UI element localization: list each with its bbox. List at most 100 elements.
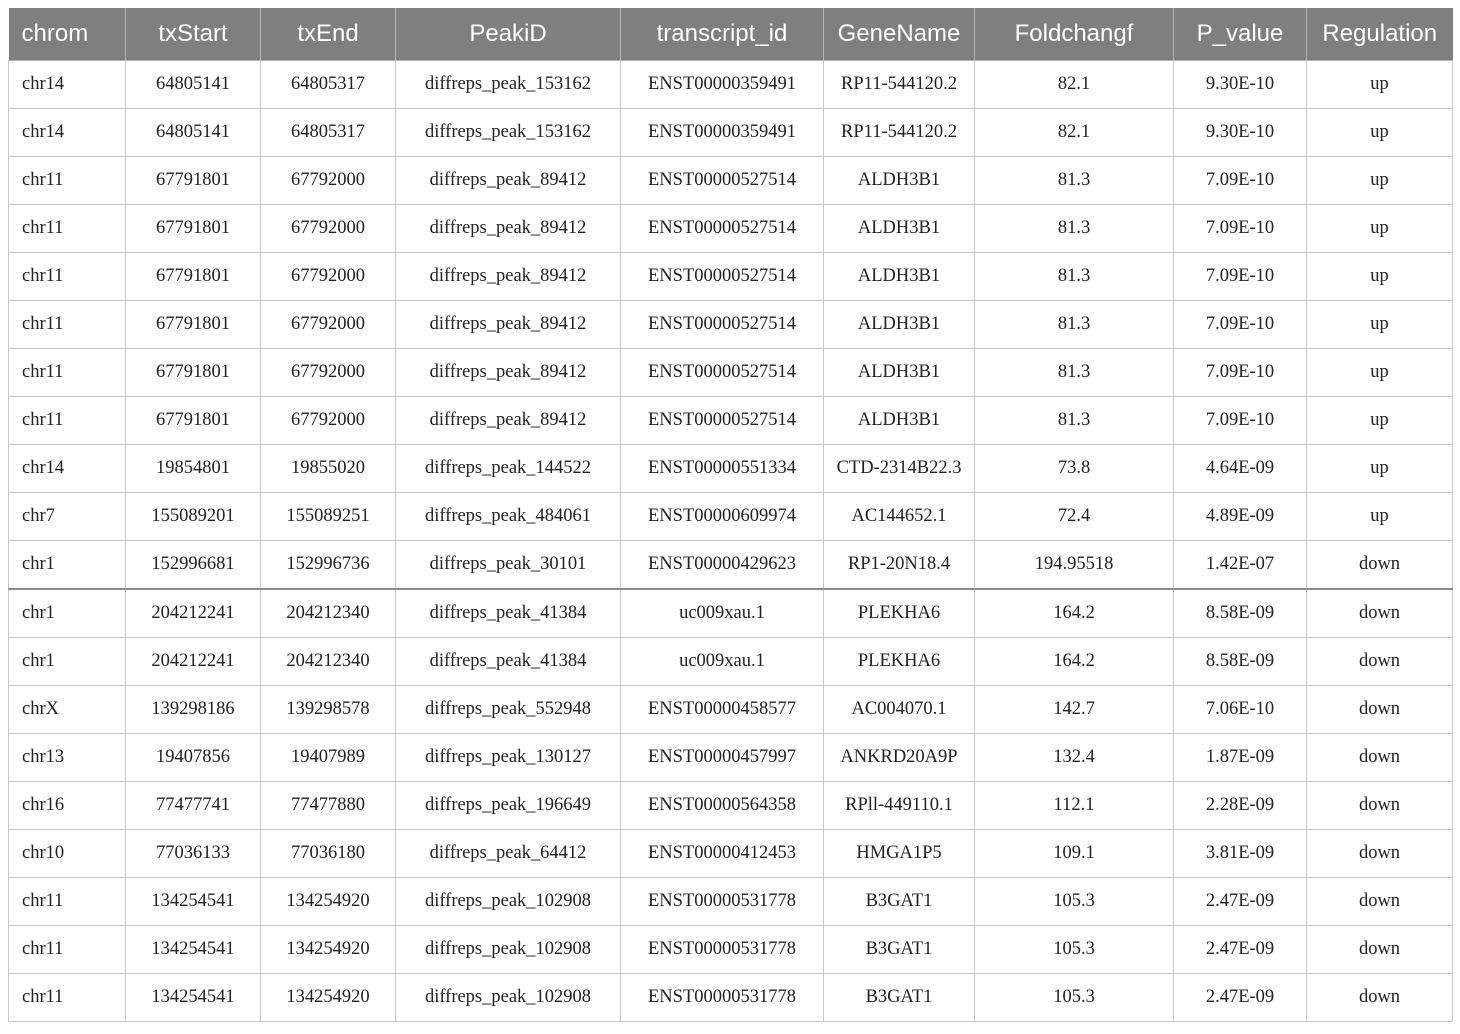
cell-tx-start: 67791801 bbox=[125, 348, 261, 397]
cell-chrom: chr11 bbox=[8, 300, 126, 349]
cell-tx-start: 204212241 bbox=[125, 589, 261, 638]
cell-gene-name: ALDH3B1 bbox=[823, 348, 975, 397]
cell-transcript-id: ENST00000457997 bbox=[620, 733, 824, 782]
cell-tx-start: 67791801 bbox=[125, 396, 261, 445]
cell-fold-change: 194.95518 bbox=[974, 540, 1174, 590]
cell-fold-change: 82.1 bbox=[974, 108, 1174, 157]
cell-tx-start: 134254541 bbox=[125, 925, 261, 974]
cell-tx-end: 77036180 bbox=[260, 829, 396, 878]
cell-tx-start: 67791801 bbox=[125, 204, 261, 253]
cell-gene-name: ALDH3B1 bbox=[823, 252, 975, 301]
cell-peak-id: diffreps_peak_89412 bbox=[395, 252, 621, 301]
cell-peak-id: diffreps_peak_64412 bbox=[395, 829, 621, 878]
cell-tx-start: 67791801 bbox=[125, 156, 261, 205]
column-header-peakid: PeakiD bbox=[395, 8, 621, 61]
cell-chrom: chr11 bbox=[8, 156, 126, 205]
cell-tx-start: 155089201 bbox=[125, 492, 261, 541]
cell-p-value: 8.58E-09 bbox=[1173, 589, 1307, 638]
cell-chrom: chr13 bbox=[8, 733, 126, 782]
cell-regulation: up bbox=[1306, 252, 1453, 301]
cell-tx-end: 64805317 bbox=[260, 108, 396, 157]
cell-p-value: 1.42E-07 bbox=[1173, 540, 1307, 590]
cell-regulation: up bbox=[1306, 204, 1453, 253]
cell-regulation: up bbox=[1306, 492, 1453, 541]
table-row: chrX 139298186 139298578 diffreps_peak_5529… bbox=[8, 685, 1453, 734]
cell-gene-name: CTD-2314B22.3 bbox=[823, 444, 975, 493]
cell-regulation: down bbox=[1306, 589, 1453, 638]
cell-gene-name: RP11-544120.2 bbox=[823, 108, 975, 157]
cell-peak-id: diffreps_peak_89412 bbox=[395, 156, 621, 205]
cell-gene-name: AC004070.1 bbox=[823, 685, 975, 734]
cell-peak-id: diffreps_peak_102908 bbox=[395, 877, 621, 926]
cell-chrom: chr11 bbox=[8, 348, 126, 397]
cell-tx-end: 19407989 bbox=[260, 733, 396, 782]
cell-chrom: chr7 bbox=[8, 492, 126, 541]
cell-regulation: down bbox=[1306, 781, 1453, 830]
cell-fold-change: 142.7 bbox=[974, 685, 1174, 734]
cell-fold-change: 109.1 bbox=[974, 829, 1174, 878]
cell-tx-start: 134254541 bbox=[125, 973, 261, 1022]
cell-fold-change: 81.3 bbox=[974, 396, 1174, 445]
cell-fold-change: 81.3 bbox=[974, 156, 1174, 205]
cell-peak-id: diffreps_peak_89412 bbox=[395, 204, 621, 253]
cell-transcript-id: ENST00000458577 bbox=[620, 685, 824, 734]
table-row: chr1 204212241 204212340 diffreps_peak_4138… bbox=[8, 589, 1453, 638]
cell-transcript-id: ENST00000527514 bbox=[620, 396, 824, 445]
cell-gene-name: ALDH3B1 bbox=[823, 396, 975, 445]
cell-tx-end: 19855020 bbox=[260, 444, 396, 493]
cell-tx-start: 152996681 bbox=[125, 540, 261, 590]
cell-regulation: up bbox=[1306, 300, 1453, 349]
cell-p-value: 7.09E-10 bbox=[1173, 396, 1307, 445]
table-row: chr11 67791801 67792000 diffreps_peak_89412… bbox=[8, 252, 1453, 301]
cell-peak-id: diffreps_peak_41384 bbox=[395, 589, 621, 638]
cell-regulation: down bbox=[1306, 829, 1453, 878]
table-row: chr13 19407856 19407989 diffreps_peak_13012… bbox=[8, 733, 1453, 782]
cell-tx-start: 67791801 bbox=[125, 300, 261, 349]
cell-p-value: 2.47E-09 bbox=[1173, 925, 1307, 974]
cell-transcript-id: ENST00000527514 bbox=[620, 156, 824, 205]
table-row: chr14 19854801 19855020 diffreps_peak_14452… bbox=[8, 444, 1453, 493]
data-table-container: chrom txStart txEnd PeakiD transcript_id Gene… bbox=[8, 8, 1453, 1022]
cell-tx-end: 67792000 bbox=[260, 348, 396, 397]
cell-peak-id: diffreps_peak_89412 bbox=[395, 396, 621, 445]
cell-regulation: up bbox=[1306, 348, 1453, 397]
cell-p-value: 3.81E-09 bbox=[1173, 829, 1307, 878]
cell-chrom: chr11 bbox=[8, 925, 126, 974]
cell-transcript-id: ENST00000359491 bbox=[620, 108, 824, 157]
cell-fold-change: 82.1 bbox=[974, 60, 1174, 109]
cell-p-value: 4.64E-09 bbox=[1173, 444, 1307, 493]
cell-gene-name: B3GAT1 bbox=[823, 925, 975, 974]
cell-tx-end: 155089251 bbox=[260, 492, 396, 541]
cell-peak-id: diffreps_peak_130127 bbox=[395, 733, 621, 782]
cell-p-value: 8.58E-09 bbox=[1173, 637, 1307, 686]
cell-tx-end: 67792000 bbox=[260, 252, 396, 301]
table-row: chr11 134254541 134254920 diffreps_peak_102… bbox=[8, 925, 1453, 974]
header-row: chrom txStart txEnd PeakiD transcript_id Gene… bbox=[8, 8, 1453, 61]
cell-fold-change: 164.2 bbox=[974, 589, 1174, 638]
cell-tx-end: 204212340 bbox=[260, 637, 396, 686]
cell-p-value: 7.09E-10 bbox=[1173, 300, 1307, 349]
table-row: chr11 134254541 134254920 diffreps_peak_102… bbox=[8, 973, 1453, 1022]
cell-chrom: chr11 bbox=[8, 396, 126, 445]
cell-transcript-id: ENST00000429623 bbox=[620, 540, 824, 590]
table-row: chr7 155089201 155089251 diffreps_peak_4840… bbox=[8, 492, 1453, 541]
cell-gene-name: RPll-449110.1 bbox=[823, 781, 975, 830]
cell-p-value: 2.47E-09 bbox=[1173, 877, 1307, 926]
table-row: chr11 67791801 67792000 diffreps_peak_89412… bbox=[8, 348, 1453, 397]
table-row: chr1 204212241 204212340 diffreps_peak_4138… bbox=[8, 637, 1453, 686]
cell-chrom: chr16 bbox=[8, 781, 126, 830]
peak-annotation-table: chrom txStart txEnd PeakiD transcript_id Gene… bbox=[8, 8, 1453, 1022]
cell-peak-id: diffreps_peak_153162 bbox=[395, 108, 621, 157]
cell-fold-change: 81.3 bbox=[974, 252, 1174, 301]
column-header-regulation: Regulation bbox=[1306, 8, 1453, 61]
cell-p-value: 1.87E-09 bbox=[1173, 733, 1307, 782]
cell-peak-id: diffreps_peak_153162 bbox=[395, 60, 621, 109]
cell-gene-name: B3GAT1 bbox=[823, 973, 975, 1022]
cell-tx-end: 67792000 bbox=[260, 204, 396, 253]
table-row: chr11 67791801 67792000 diffreps_peak_89412… bbox=[8, 156, 1453, 205]
cell-fold-change: 112.1 bbox=[974, 781, 1174, 830]
table-body: chr14 64805141 64805317 diffreps_peak_15316… bbox=[8, 60, 1453, 1022]
cell-chrom: chr11 bbox=[8, 973, 126, 1022]
cell-tx-end: 134254920 bbox=[260, 973, 396, 1022]
table-row: chr14 64805141 64805317 diffreps_peak_15316… bbox=[8, 108, 1453, 157]
